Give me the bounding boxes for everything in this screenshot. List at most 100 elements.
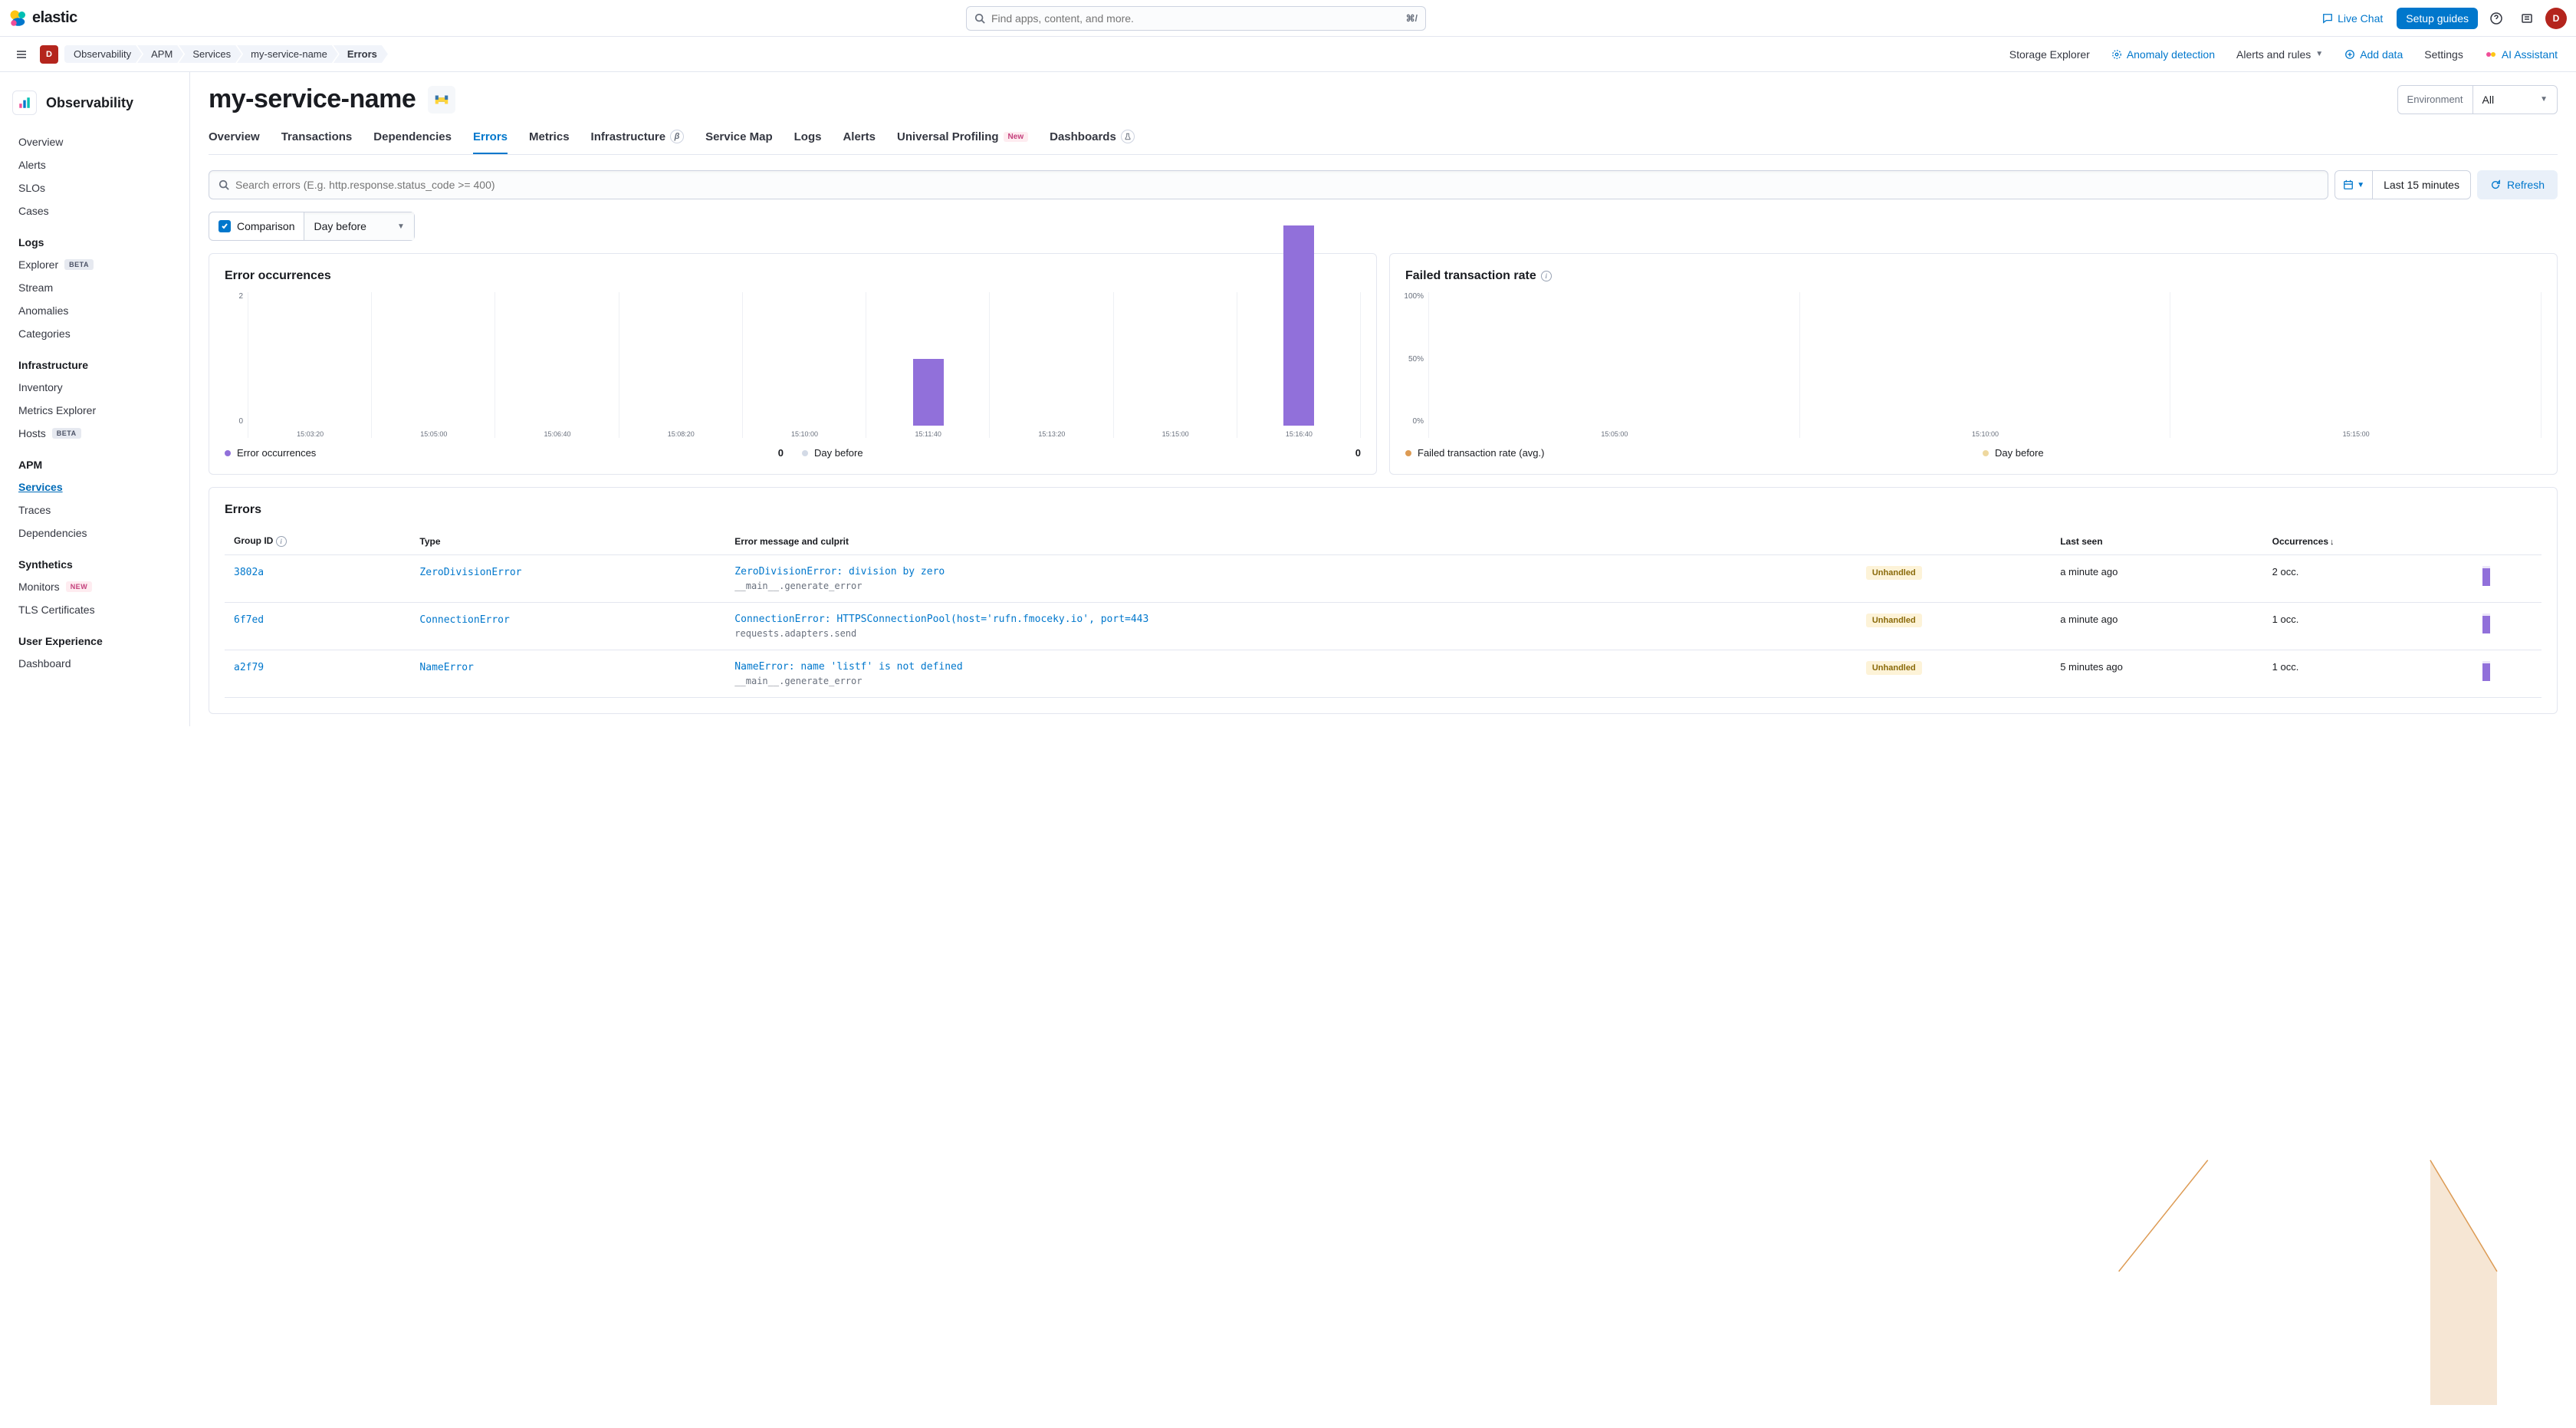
sidebar-heading-infra[interactable]: Infrastructure bbox=[12, 351, 177, 376]
chart-yaxis: 100%50%0% bbox=[1405, 292, 1428, 438]
tab-dashboards[interactable]: Dashboards bbox=[1050, 120, 1135, 154]
user-avatar[interactable]: D bbox=[2545, 8, 2567, 29]
info-icon[interactable]: i bbox=[1541, 271, 1552, 281]
col-type[interactable]: Type bbox=[410, 529, 725, 555]
tab-profiling[interactable]: Universal ProfilingNew bbox=[897, 120, 1028, 154]
news-icon[interactable] bbox=[2515, 6, 2539, 31]
error-search[interactable] bbox=[209, 170, 2328, 199]
error-type-link[interactable]: NameError bbox=[419, 662, 473, 673]
live-chat-link[interactable]: Live Chat bbox=[2315, 8, 2390, 29]
time-picker[interactable]: ▼ Last 15 minutes bbox=[2334, 170, 2471, 199]
sidebar-item-anomalies[interactable]: Anomalies bbox=[12, 299, 177, 322]
sidebar-item-stream[interactable]: Stream bbox=[12, 276, 177, 299]
observability-icon bbox=[12, 90, 37, 115]
error-message-link[interactable]: ConnectionError: HTTPSConnectionPool(hos… bbox=[734, 614, 1225, 625]
error-occurrences-chart: Error occurrences 20 15:03:2015:05:0015:… bbox=[209, 253, 1377, 475]
sidebar-item-hosts[interactable]: HostsBETA bbox=[12, 422, 177, 445]
sidebar-item-monitors[interactable]: MonitorsNEW bbox=[12, 575, 177, 598]
error-message-link[interactable]: ZeroDivisionError: division by zero bbox=[734, 566, 1225, 577]
error-message-link[interactable]: NameError: name 'listf' is not defined bbox=[734, 661, 1225, 673]
sidebar-item-traces[interactable]: Traces bbox=[12, 498, 177, 522]
info-icon[interactable]: i bbox=[276, 536, 287, 547]
legend-item[interactable]: Day before0 bbox=[802, 447, 1361, 459]
tab-errors[interactable]: Errors bbox=[473, 120, 508, 154]
tab-logs[interactable]: Logs bbox=[794, 120, 822, 154]
ai-assistant-link[interactable]: AI Assistant bbox=[2476, 44, 2567, 65]
alerts-rules-dropdown[interactable]: Alerts and rules ▼ bbox=[2227, 44, 2332, 65]
sidebar-item-categories[interactable]: Categories bbox=[12, 322, 177, 345]
sidebar-item-tls[interactable]: TLS Certificates bbox=[12, 598, 177, 621]
breadcrumb-item[interactable]: Observability bbox=[64, 45, 142, 63]
breadcrumb-item[interactable]: Services bbox=[179, 45, 242, 63]
chevron-down-icon: ▼ bbox=[2540, 95, 2548, 104]
time-picker-toggle[interactable]: ▼ bbox=[2335, 171, 2373, 199]
refresh-button[interactable]: Refresh bbox=[2477, 170, 2558, 199]
sidebar-item-dependencies[interactable]: Dependencies bbox=[12, 522, 177, 545]
global-search-input[interactable] bbox=[991, 12, 1406, 25]
group-id-link[interactable]: 6f7ed bbox=[234, 614, 264, 626]
calendar-icon bbox=[2343, 179, 2354, 190]
env-label: Environment bbox=[2398, 86, 2473, 114]
group-id-link[interactable]: 3802a bbox=[234, 567, 264, 578]
anomaly-detection-link[interactable]: Anomaly detection bbox=[2102, 44, 2224, 65]
storage-explorer-link[interactable]: Storage Explorer bbox=[2000, 44, 2099, 65]
tab-alerts[interactable]: Alerts bbox=[843, 120, 876, 154]
tab-metrics[interactable]: Metrics bbox=[529, 120, 570, 154]
tab-dependencies[interactable]: Dependencies bbox=[373, 120, 452, 154]
sidebar-heading-apm[interactable]: APM bbox=[12, 451, 177, 475]
chart-plot[interactable]: 15:03:2015:05:0015:06:4015:08:2015:10:00… bbox=[248, 292, 1361, 438]
sidebar-item-cases[interactable]: Cases bbox=[12, 199, 177, 222]
settings-link[interactable]: Settings bbox=[2415, 44, 2472, 65]
refresh-icon bbox=[2490, 179, 2501, 190]
logo[interactable]: elastic bbox=[9, 9, 77, 28]
ml-icon bbox=[2111, 49, 2122, 60]
tab-overview[interactable]: Overview bbox=[209, 120, 260, 154]
sidebar-item-inventory[interactable]: Inventory bbox=[12, 376, 177, 399]
group-id-link[interactable]: a2f79 bbox=[234, 662, 264, 673]
ai-icon bbox=[2485, 48, 2497, 61]
time-range-text[interactable]: Last 15 minutes bbox=[2373, 179, 2470, 191]
failed-transaction-chart: Failed transaction rate i 100%50%0% 15:0… bbox=[1389, 253, 2558, 475]
sidebar-item-services[interactable]: Services bbox=[12, 475, 177, 498]
chat-icon bbox=[2322, 13, 2333, 24]
sidebar-item-explorer[interactable]: ExplorerBETA bbox=[12, 253, 177, 276]
sidebar-heading-synthetics[interactable]: Synthetics bbox=[12, 551, 177, 575]
tab-infrastructure[interactable]: Infrastructureβ bbox=[591, 120, 685, 154]
tab-transactions[interactable]: Transactions bbox=[281, 120, 353, 154]
sidebar-heading-ux[interactable]: User Experience bbox=[12, 627, 177, 652]
sidebar: Observability Overview Alerts SLOs Cases… bbox=[0, 72, 190, 726]
setup-guides-button[interactable]: Setup guides bbox=[2397, 8, 2478, 29]
chevron-down-icon: ▼ bbox=[397, 222, 405, 231]
elastic-logo-icon bbox=[9, 9, 28, 28]
breadcrumb-item[interactable]: APM bbox=[137, 45, 183, 63]
sidebar-item-dashboard[interactable]: Dashboard bbox=[12, 652, 177, 675]
help-icon[interactable] bbox=[2484, 6, 2509, 31]
search-icon bbox=[974, 13, 985, 24]
chart-plot[interactable]: 15:05:0015:10:0015:15:00 bbox=[1428, 292, 2542, 438]
kbd-shortcut: ⌘/ bbox=[1406, 13, 1418, 24]
tab-service-map[interactable]: Service Map bbox=[705, 120, 773, 154]
environment-selector[interactable]: Environment All ▼ bbox=[2397, 85, 2558, 114]
space-avatar[interactable]: D bbox=[40, 45, 58, 64]
comparison-control: Comparison Day before ▼ bbox=[209, 212, 415, 241]
sidebar-title[interactable]: Observability bbox=[0, 84, 189, 130]
breadcrumb-item[interactable]: Errors bbox=[334, 45, 388, 63]
comparison-checkbox[interactable]: Comparison bbox=[209, 212, 304, 240]
global-search[interactable]: ⌘/ bbox=[966, 6, 1426, 31]
col-group-id[interactable]: Group ID i bbox=[225, 529, 410, 555]
sidebar-item-slos[interactable]: SLOs bbox=[12, 176, 177, 199]
service-tabs: Overview Transactions Dependencies Error… bbox=[209, 120, 2558, 155]
add-data-link[interactable]: Add data bbox=[2335, 44, 2412, 65]
error-type-link[interactable]: ZeroDivisionError bbox=[419, 567, 521, 578]
error-search-input[interactable] bbox=[235, 179, 2318, 191]
legend-item[interactable]: Error occurrences0 bbox=[225, 447, 784, 459]
menu-toggle[interactable] bbox=[9, 42, 34, 67]
breadcrumb-item[interactable]: my-service-name bbox=[237, 45, 338, 63]
sidebar-item-metrics-explorer[interactable]: Metrics Explorer bbox=[12, 399, 177, 422]
error-type-link[interactable]: ConnectionError bbox=[419, 614, 509, 626]
sidebar-item-overview[interactable]: Overview bbox=[12, 130, 177, 153]
comparison-select[interactable]: Day before ▼ bbox=[304, 212, 413, 240]
sidebar-heading-logs[interactable]: Logs bbox=[12, 229, 177, 253]
search-icon bbox=[219, 179, 229, 190]
sidebar-item-alerts[interactable]: Alerts bbox=[12, 153, 177, 176]
